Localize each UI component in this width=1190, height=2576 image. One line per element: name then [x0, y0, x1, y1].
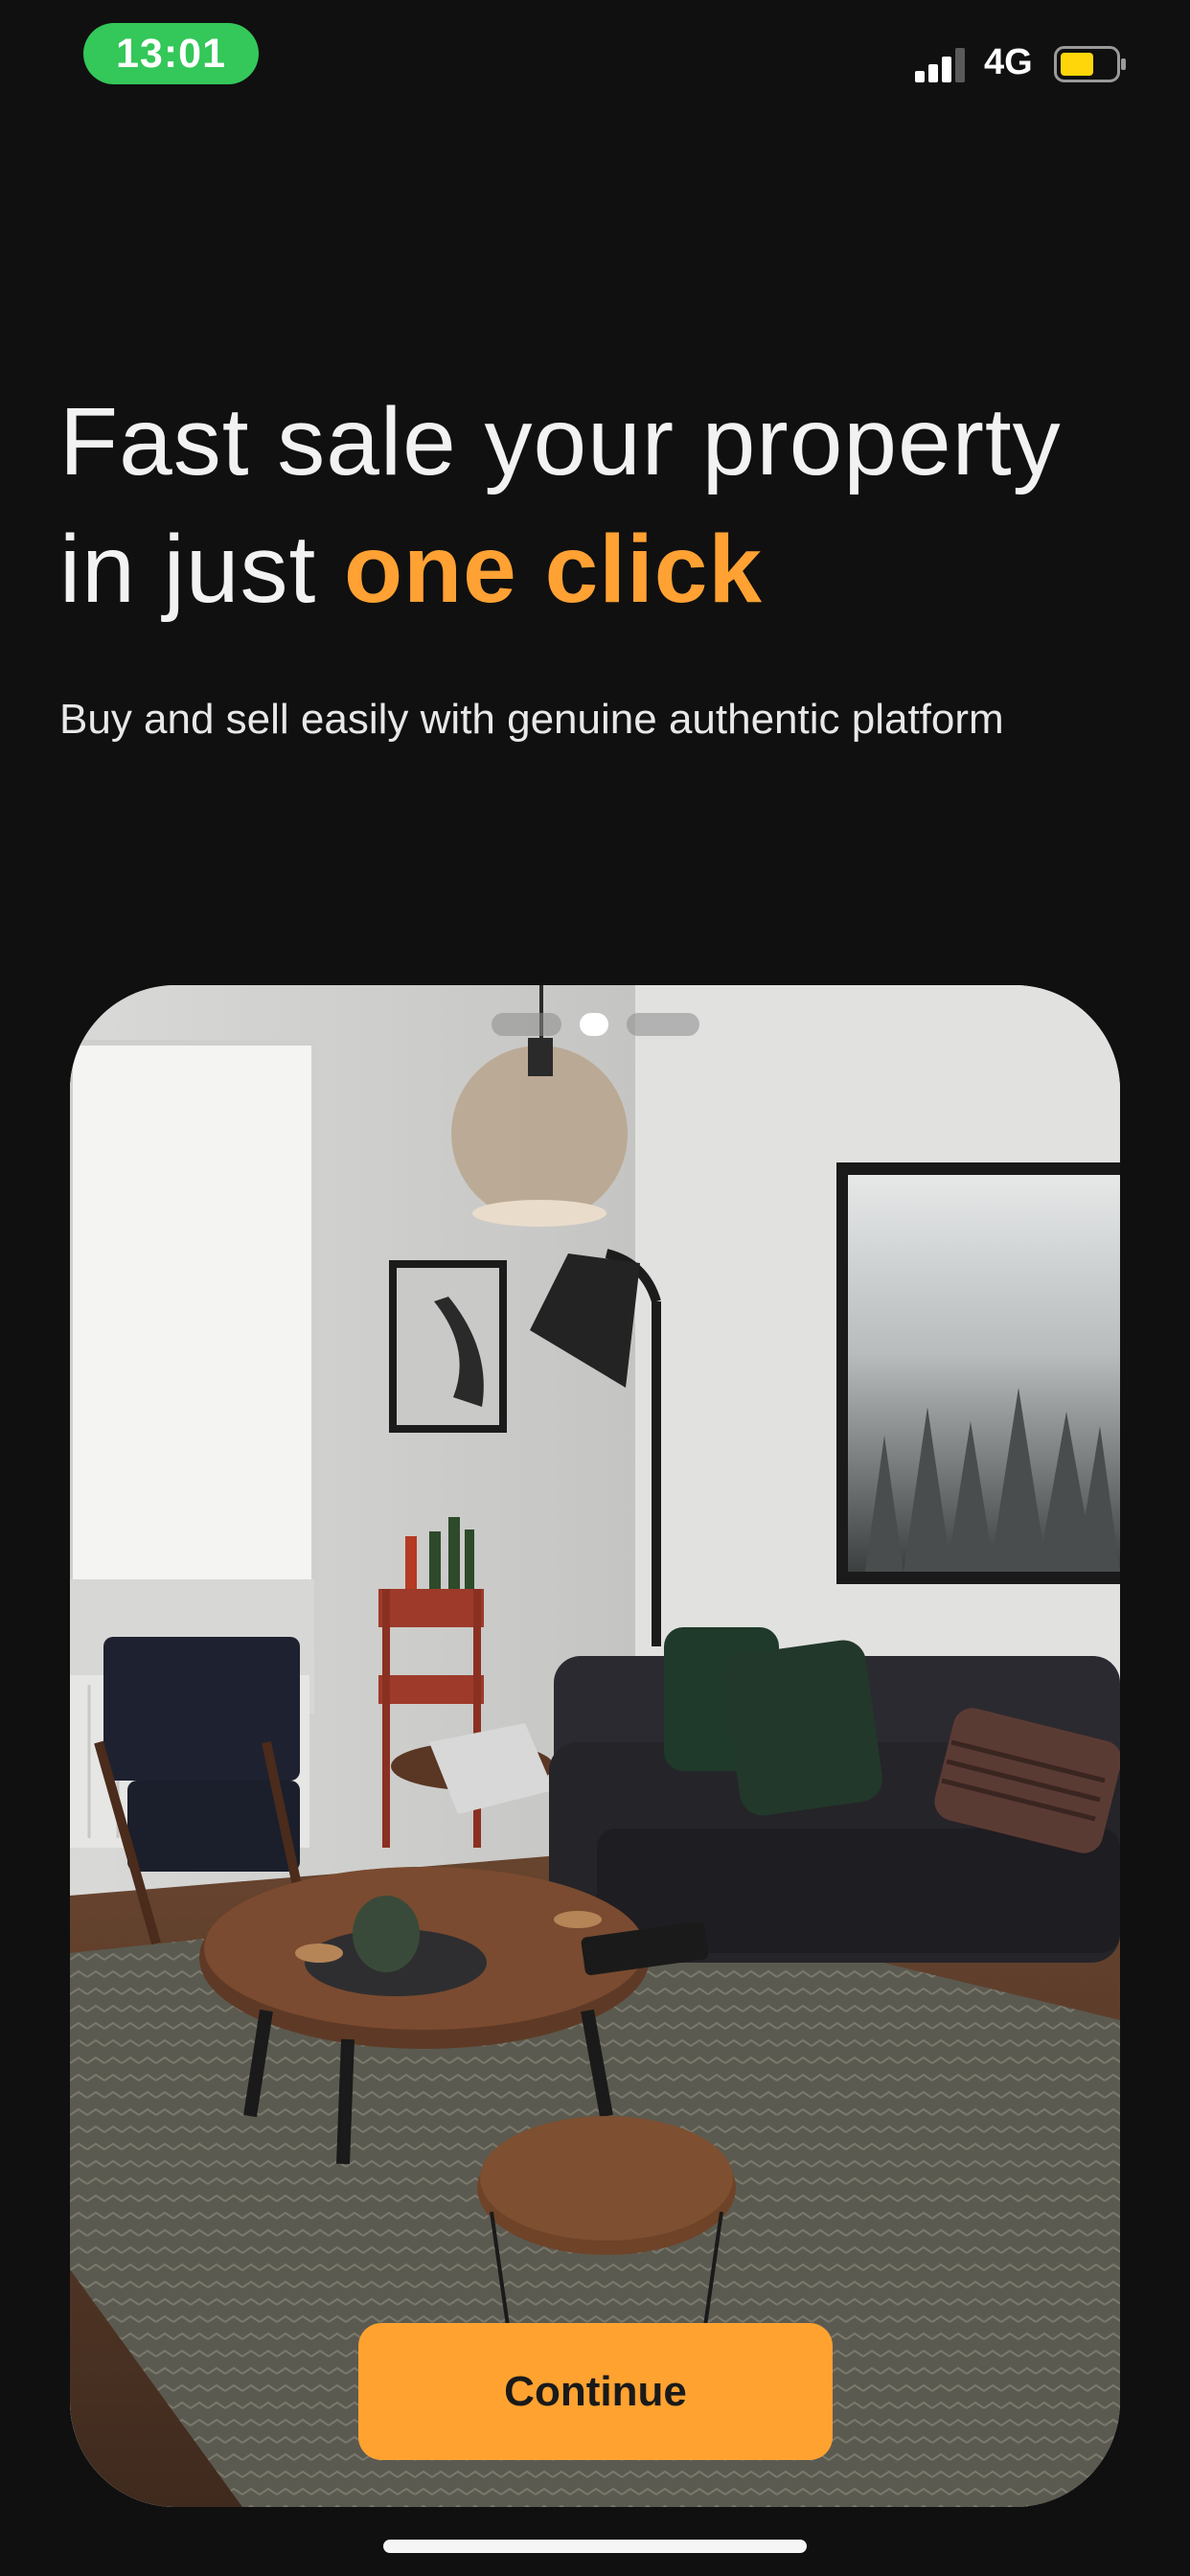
hero-title: Fast sale your property in just one clic…	[59, 379, 1152, 633]
hero-title-prefix: in just	[59, 516, 345, 623]
living-room-illustration	[70, 985, 1120, 2507]
carousel-dot-3[interactable]	[627, 1013, 699, 1036]
battery-icon	[1054, 46, 1126, 82]
network-type: 4G	[984, 42, 1033, 82]
signal-icon	[915, 48, 965, 82]
status-time: 13:01	[83, 23, 259, 84]
hero-title-accent: one click	[344, 516, 763, 623]
carousel-indicator	[492, 1013, 699, 1036]
continue-button[interactable]: Continue	[358, 2323, 833, 2460]
living-room-photo[interactable]	[70, 985, 1120, 2507]
home-indicator[interactable]	[383, 2540, 807, 2553]
hero-subtitle: Buy and sell easily with genuine authent…	[59, 696, 1004, 743]
carousel-dot-2-active[interactable]	[580, 1013, 608, 1036]
carousel-dot-1[interactable]	[492, 1013, 561, 1036]
status-bar: 13:01 4G	[0, 0, 1190, 105]
hero-title-line1: Fast sale your property	[59, 388, 1062, 495]
